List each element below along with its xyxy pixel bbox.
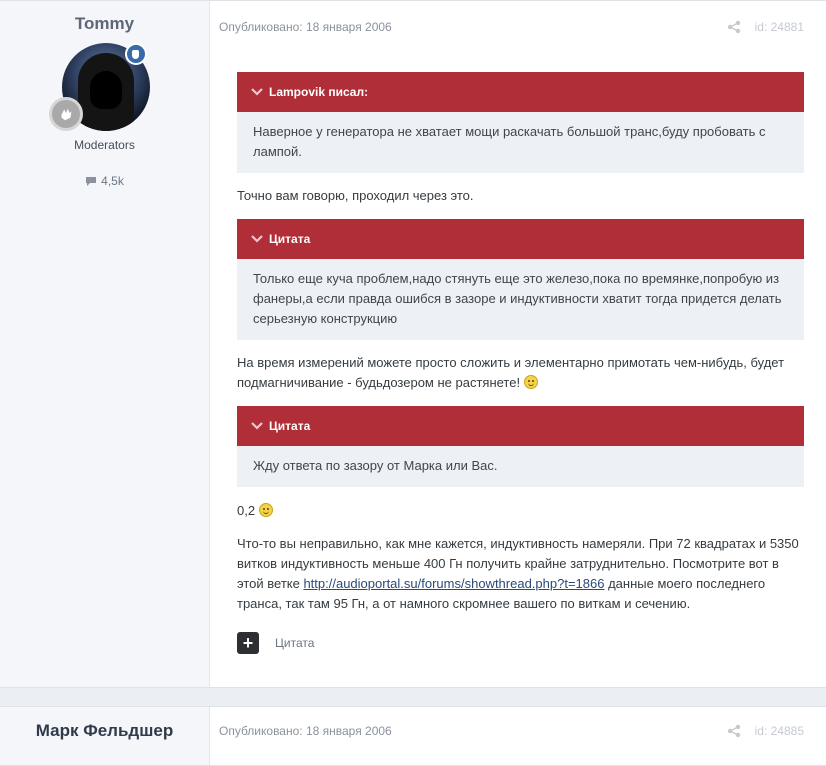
comment-icon: [86, 176, 97, 186]
smiley-icon: [523, 375, 538, 389]
post-meta: Опубликовано: 18 января 2006 id: 24885: [210, 707, 826, 755]
author-panel: Tommy Moderators 4,5k: [0, 1, 210, 687]
post-content: Lampovik писал: Наверное у генератора не…: [210, 72, 826, 654]
post-id[interactable]: id: 24885: [755, 724, 804, 738]
quote-text: Только еще куча проблем,надо стянуть еще…: [253, 271, 782, 326]
author-name[interactable]: Марк Фельдшер: [0, 721, 209, 741]
forum-post: Tommy Moderators 4,5k Опубликовано: 18 я…: [0, 0, 826, 688]
share-icon[interactable]: [727, 724, 741, 738]
quote-block: Цитата Только еще куча проблем,надо стян…: [237, 219, 804, 340]
quote-header[interactable]: Цитата: [237, 406, 804, 446]
quote-block: Цитата Жду ответа по зазору от Марка или…: [237, 406, 804, 487]
published-date: Опубликовано: 18 января 2006: [219, 20, 392, 34]
chevron-down-icon: [251, 88, 263, 96]
quote-text: Наверное у генератора не хватает мощи ра…: [253, 124, 766, 159]
published-date: Опубликовано: 18 января 2006: [219, 724, 392, 738]
post-main: Опубликовано: 18 января 2006 id: 24881 L…: [210, 1, 826, 687]
chevron-down-icon: [251, 422, 263, 430]
post-count: 4,5k: [0, 174, 209, 188]
author-group: Moderators: [74, 138, 135, 152]
post-paragraph: Точно вам говорю, проходил через это.: [237, 188, 474, 203]
avatar-face-shape: [89, 71, 122, 109]
quote-block: Lampovik писал: Наверное у генератора не…: [237, 72, 804, 173]
paragraph-text: На время измерений можете просто сложить…: [237, 355, 785, 390]
forum-post: Марк Фельдшер Опубликовано: 18 января 20…: [0, 706, 826, 766]
author-panel: Марк Фельдшер: [0, 707, 210, 765]
quote-title: Цитата: [269, 232, 311, 246]
paragraph-text: 0,2: [237, 503, 256, 518]
shield-icon: [124, 43, 147, 65]
quote-button[interactable]: Цитата: [275, 633, 314, 653]
chevron-down-icon: [251, 235, 263, 243]
post-id[interactable]: id: 24881: [755, 20, 804, 34]
author-name[interactable]: Tommy: [0, 14, 209, 34]
post-main: Опубликовано: 18 января 2006 id: 24885: [210, 707, 826, 765]
avatar-container: [48, 43, 151, 135]
post-meta: Опубликовано: 18 января 2006 id: 24881: [210, 1, 826, 53]
quote-header[interactable]: Lampovik писал:: [237, 72, 804, 112]
post-paragraph: Что-то вы неправильно, как мне кажется, …: [237, 534, 804, 614]
multiquote-button[interactable]: +: [237, 632, 259, 654]
quote-title: Цитата: [269, 419, 311, 433]
quote-header[interactable]: Цитата: [237, 219, 804, 259]
quote-text: Жду ответа по зазору от Марка или Вас.: [253, 458, 498, 473]
post-paragraph: На время измерений можете просто сложить…: [237, 353, 804, 393]
smiley-icon: [258, 503, 273, 517]
thread-link[interactable]: http://audioportal.su/forums/showthread.…: [303, 576, 604, 591]
share-icon[interactable]: [727, 20, 741, 34]
post-actions: + Цитата: [237, 632, 804, 654]
post-paragraph: 0,2: [237, 501, 804, 521]
hand-icon: [48, 97, 83, 131]
quote-author: Lampovik писал:: [269, 85, 369, 99]
post-count-value: 4,5k: [101, 174, 124, 188]
